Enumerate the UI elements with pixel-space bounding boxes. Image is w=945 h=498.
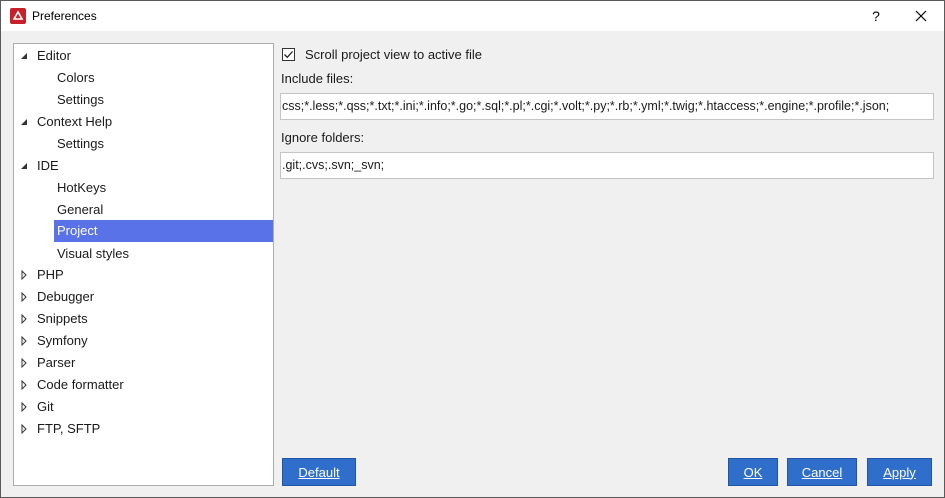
scroll-project-label: Scroll project view to active file: [305, 46, 483, 62]
tree-item-debugger[interactable]: Debugger: [37, 286, 94, 308]
tree-item-context-help-settings[interactable]: Settings: [57, 133, 104, 155]
collapsed-arrow-icon[interactable]: [19, 358, 29, 368]
collapsed-arrow-icon[interactable]: [19, 380, 29, 390]
include-files-input[interactable]: css;*.less;*.qss;*.txt;*.ini;*.info;*.go…: [280, 93, 934, 120]
close-button[interactable]: [898, 1, 944, 31]
ok-button[interactable]: OK: [728, 458, 778, 486]
help-button[interactable]: ?: [853, 1, 899, 31]
tree-item-editor-settings[interactable]: Settings: [57, 89, 104, 111]
tree-item-editor[interactable]: Editor: [37, 45, 71, 67]
tree-item-git[interactable]: Git: [37, 396, 54, 418]
collapsed-arrow-icon[interactable]: [19, 424, 29, 434]
preferences-tree[interactable]: Editor Colors Settings Context Help Sett…: [13, 43, 274, 486]
cancel-button[interactable]: Cancel: [787, 458, 857, 486]
close-icon: [915, 10, 927, 22]
apply-button[interactable]: Apply: [867, 458, 932, 486]
tree-item-symfony[interactable]: Symfony: [37, 330, 88, 352]
expanded-arrow-icon[interactable]: [19, 51, 29, 61]
checkmark-icon: [284, 50, 293, 58]
include-files-label: Include files:: [281, 71, 354, 86]
preferences-window: Preferences ? Editor Colors Settings Con…: [0, 0, 945, 498]
expanded-arrow-icon[interactable]: [19, 117, 29, 127]
tree-item-general[interactable]: General: [57, 199, 103, 221]
tree-item-context-help[interactable]: Context Help: [37, 111, 112, 133]
app-logo-icon: [10, 8, 26, 24]
ignore-folders-input[interactable]: .git;.cvs;.svn;_svn;: [280, 152, 934, 179]
collapsed-arrow-icon[interactable]: [19, 336, 29, 346]
tree-item-code-formatter[interactable]: Code formatter: [37, 374, 124, 396]
tree-item-visual-styles[interactable]: Visual styles: [57, 243, 129, 265]
tree-item-ftp-sftp[interactable]: FTP, SFTP: [37, 418, 100, 440]
collapsed-arrow-icon[interactable]: [19, 292, 29, 302]
tree-item-php[interactable]: PHP: [37, 264, 64, 286]
tree-item-parser[interactable]: Parser: [37, 352, 75, 374]
tree-item-colors[interactable]: Colors: [57, 67, 95, 89]
window-title: Preferences: [32, 9, 97, 23]
collapsed-arrow-icon[interactable]: [19, 402, 29, 412]
collapsed-arrow-icon[interactable]: [19, 314, 29, 324]
tree-item-project[interactable]: Project: [54, 220, 273, 242]
expanded-arrow-icon[interactable]: [19, 161, 29, 171]
tree-item-hotkeys[interactable]: HotKeys: [57, 177, 106, 199]
scroll-project-checkbox-row[interactable]: Scroll project view to active file: [282, 45, 482, 63]
scroll-project-checkbox[interactable]: [282, 47, 295, 61]
ignore-folders-label: Ignore folders:: [281, 130, 365, 145]
default-button[interactable]: Default: [282, 458, 356, 486]
title-bar[interactable]: Preferences ?: [1, 1, 944, 31]
tree-item-ide[interactable]: IDE: [37, 155, 59, 177]
tree-item-snippets[interactable]: Snippets: [37, 308, 88, 330]
collapsed-arrow-icon[interactable]: [19, 270, 29, 280]
